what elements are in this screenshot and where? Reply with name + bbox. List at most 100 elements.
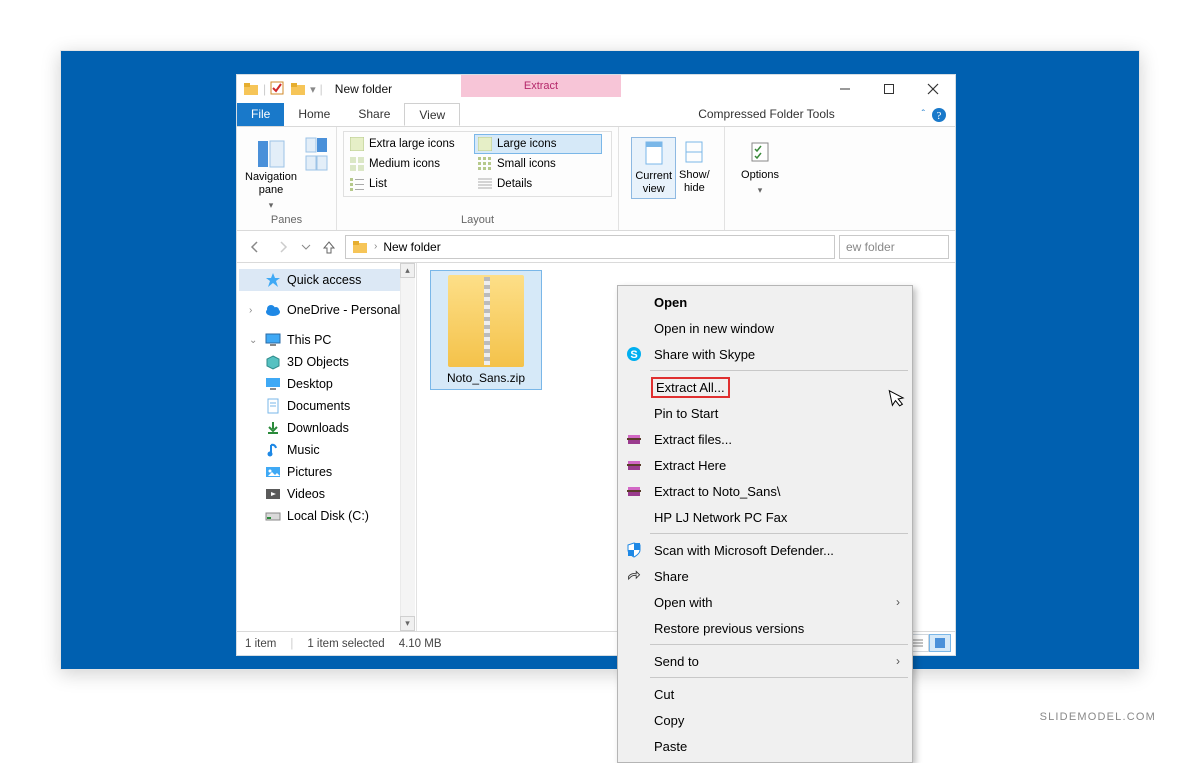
back-button[interactable] [243,235,267,259]
layout-extra-large[interactable]: Extra large icons [346,134,474,154]
cube-icon [265,354,281,370]
search-box[interactable]: ew folder [839,235,949,259]
forward-button[interactable] [271,235,295,259]
winrar-icon [624,430,644,448]
tree-downloads[interactable]: Downloads [239,417,414,439]
preview-pane-icon[interactable] [305,137,330,173]
ctx-extract-here[interactable]: Extract Here [620,452,910,478]
file-zip-item[interactable]: Noto_Sans.zip [431,271,541,389]
watermark: SLIDEMODEL.COM [1040,711,1156,723]
current-view-button[interactable]: Current view [631,137,676,199]
titlebar: | ▾ | New folder Extract [237,75,955,103]
folder-icon [352,239,368,255]
collapse-ribbon-icon[interactable]: ˆ [922,109,925,120]
ctx-extract-to[interactable]: Extract to Noto_Sans\ [620,478,910,504]
address-bar[interactable]: › New folder [345,235,835,259]
chevron-right-icon: › [896,654,900,668]
ctx-restore-versions[interactable]: Restore previous versions [620,615,910,641]
ctx-extract-all[interactable]: Extract All... [620,374,910,400]
tree-pictures[interactable]: Pictures [239,461,414,483]
shield-icon [624,541,644,559]
pictures-icon [265,464,281,480]
options-button[interactable]: Options ▾ [739,137,781,199]
layout-small[interactable]: Small icons [474,154,602,174]
maximize-button[interactable] [867,75,911,103]
context-menu: Open Open in new window SShare with Skyp… [617,285,913,763]
status-size: 4.10 MB [399,638,442,650]
tree-quick-access[interactable]: Quick access [239,269,414,291]
star-icon [265,272,281,288]
tree-3d-objects[interactable]: 3D Objects [239,351,414,373]
breadcrumb-item[interactable]: New folder [383,240,440,254]
layout-large[interactable]: Large icons [474,134,602,154]
download-icon [265,420,281,436]
tree-this-pc[interactable]: ⌄ This PC [239,329,414,351]
ctx-open[interactable]: Open [620,289,910,315]
ctx-copy[interactable]: Copy [620,707,910,733]
close-button[interactable] [911,75,955,103]
tab-home[interactable]: Home [284,103,344,126]
layout-details[interactable]: Details [474,174,602,194]
ctx-hp-fax[interactable]: HP LJ Network PC Fax [620,504,910,530]
scroll-up-icon[interactable]: ▴ [400,263,415,278]
tab-share[interactable]: Share [344,103,404,126]
disk-icon [265,508,281,524]
layout-list[interactable]: List [346,174,474,194]
svg-text:S: S [630,349,637,361]
tree-videos[interactable]: Videos [239,483,414,505]
ctx-open-new-window[interactable]: Open in new window [620,315,910,341]
tab-view[interactable]: View [404,103,460,126]
ribbon-group-layout: Extra large icons Large icons Medium ico… [337,127,619,230]
navigation-pane[interactable]: ▴ ▾ Quick access › OneDrive - Personal [237,263,417,631]
status-item-count: 1 item [245,638,276,650]
ribbon-tabs: File Home Share View Compressed Folder T… [237,103,955,127]
minimize-button[interactable] [823,75,867,103]
contextual-tab-label[interactable]: Extract [461,75,621,97]
address-bar-row: › New folder ew folder [237,231,955,263]
ctx-paste[interactable]: Paste [620,733,910,759]
group-label-layout: Layout [343,214,612,228]
skype-icon: S [624,345,644,363]
large-icons-toggle[interactable] [929,634,951,652]
presentation-frame: | ▾ | New folder Extract File Home [60,50,1140,670]
scroll-down-icon[interactable]: ▾ [400,616,415,631]
tree-local-disk[interactable]: Local Disk (C:) [239,505,414,527]
checkbox-icon[interactable] [270,81,286,97]
show-hide-button[interactable]: Show/ hide [677,137,712,197]
recent-dropdown[interactable] [299,235,313,259]
folder-small-icon[interactable] [290,81,306,97]
svg-text:?: ? [937,110,942,122]
up-button[interactable] [317,235,341,259]
tree-desktop[interactable]: Desktop [239,373,414,395]
ctx-open-with[interactable]: Open with› [620,589,910,615]
navigation-pane-button[interactable]: Navigation pane ▾ [243,137,299,214]
ctx-defender-scan[interactable]: Scan with Microsoft Defender... [620,537,910,563]
music-icon [265,442,281,458]
ctx-send-to[interactable]: Send to› [620,648,910,674]
tree-music[interactable]: Music [239,439,414,461]
tree-documents[interactable]: Documents [239,395,414,417]
status-selected: 1 item selected [307,638,384,650]
navigation-pane-label: Navigation pane [245,171,297,197]
share-icon [624,567,644,585]
monitor-icon [265,332,281,348]
layout-medium[interactable]: Medium icons [346,154,474,174]
ctx-share-skype[interactable]: SShare with Skype [620,341,910,367]
window-title: New folder [335,82,392,96]
chevron-right-icon: › [896,595,900,609]
ctx-extract-files[interactable]: Extract files... [620,426,910,452]
folder-icon [243,81,259,97]
winrar-icon [624,456,644,474]
help-icon[interactable]: ? [931,107,947,123]
scrollbar[interactable] [400,278,415,616]
ribbon-group-options: Options ▾ [725,127,795,230]
ctx-pin-start[interactable]: Pin to Start [620,400,910,426]
ctx-share[interactable]: Share [620,563,910,589]
ctx-cut[interactable]: Cut [620,681,910,707]
tree-onedrive[interactable]: › OneDrive - Personal [239,299,414,321]
tab-compressed-folder-tools[interactable]: Compressed Folder Tools [684,103,849,126]
cloud-icon [265,302,281,318]
document-icon [265,398,281,414]
tab-file[interactable]: File [237,103,284,126]
file-name: Noto_Sans.zip [435,371,537,385]
